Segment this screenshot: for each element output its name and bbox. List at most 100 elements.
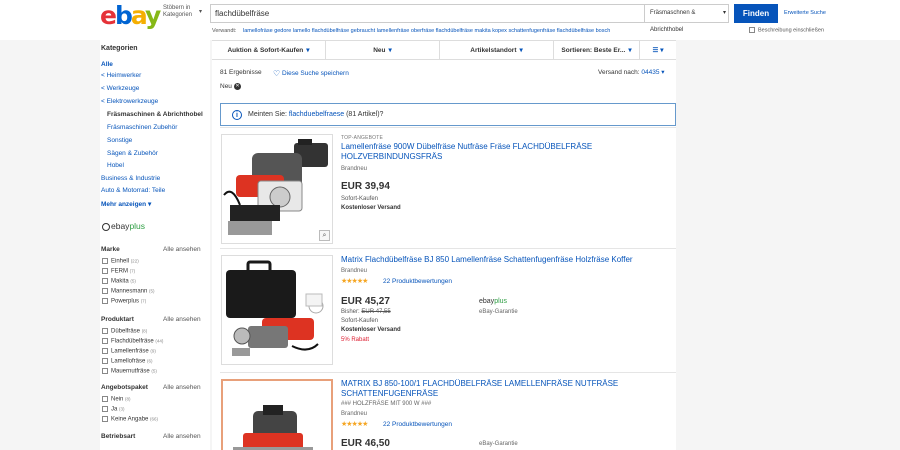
listing-title[interactable]: MATRIX BJ 850-100/1 FLACHDÜBELFRÄSE LAME… bbox=[341, 379, 671, 399]
facet-option[interactable]: Mannesmann (5) bbox=[102, 288, 155, 295]
browse-categories-button[interactable]: Stöbern in Kategorien ▾ bbox=[163, 5, 208, 19]
related-link[interactable]: oberfräse bbox=[411, 28, 434, 34]
chevron-left-icon: < bbox=[101, 85, 105, 92]
did-you-mean-text: Meinten Sie: flachduebelfraese (81 Artik… bbox=[248, 111, 384, 118]
show-more-link[interactable]: Mehr anzeigen ▾ bbox=[101, 200, 151, 208]
top-offer-badge: TOP-ANGEBOTE bbox=[341, 135, 384, 141]
sidebar: Kategorien Alle < Heimwerker < Werkzeuge… bbox=[100, 40, 210, 450]
product-image[interactable] bbox=[221, 379, 333, 450]
sort-button[interactable]: Sortieren: Beste Er... ▾ bbox=[554, 41, 640, 60]
listing-item: Matrix Flachdübelfräse BJ 850 Lamellenfr… bbox=[220, 248, 676, 372]
related-link[interactable]: flachdübelfräse gebraucht bbox=[312, 28, 375, 34]
ebay-guarantee: eBay-Garantie bbox=[479, 441, 518, 447]
facet-option[interactable]: Lamellofräse (6) bbox=[102, 358, 153, 365]
facet-option[interactable]: Powerplus (7) bbox=[102, 298, 146, 305]
facet-option[interactable]: Nein (8) bbox=[102, 396, 131, 403]
facet-brand-see-all[interactable]: Alle ansehen bbox=[163, 246, 201, 253]
filter-location-button[interactable]: Artikelstandort ▾ bbox=[440, 41, 554, 60]
ship-to[interactable]: Versand nach: 04435 ▾ bbox=[598, 68, 665, 76]
facet-option[interactable]: Einhell (22) bbox=[102, 258, 139, 265]
checkbox-icon bbox=[102, 396, 108, 402]
category-link[interactable]: Auto & Motorrad: Teile bbox=[101, 187, 165, 194]
reviews-link[interactable]: 22 Produktbewertungen bbox=[383, 278, 452, 285]
did-you-mean-box: i Meinten Sie: flachduebelfraese (81 Art… bbox=[220, 103, 676, 126]
chevron-left-icon: < bbox=[101, 72, 105, 79]
crumb-elektrowerkzeuge[interactable]: < Elektrowerkzeuge bbox=[101, 98, 158, 105]
related-link[interactable]: flachdübelfräse bosch bbox=[557, 28, 611, 34]
related-link[interactable]: kopex bbox=[492, 28, 507, 34]
listing-price: EUR 45,27 bbox=[341, 296, 390, 307]
include-description-checkbox[interactable]: Beschreibung einschließen bbox=[749, 27, 824, 33]
related-searches: Verwandt: lamellofräse gedore lamello fl… bbox=[212, 28, 692, 34]
ebay-plus-filter[interactable]: ebayplus bbox=[102, 221, 145, 231]
ebay-logo[interactable]: ebay bbox=[100, 3, 161, 28]
listing-title[interactable]: Matrix Flachdübelfräse BJ 850 Lamellenfr… bbox=[341, 255, 671, 265]
facet-power-see-all[interactable]: Alle ansehen bbox=[163, 433, 201, 440]
listing-condition: Brandneu bbox=[341, 166, 368, 172]
related-link[interactable]: lamellenfräse bbox=[377, 28, 410, 34]
listing-price: EUR 39,94 bbox=[341, 181, 390, 192]
subcategory-link[interactable]: Sonstige bbox=[107, 137, 132, 144]
dowel-jointer-image bbox=[223, 139, 328, 235]
results-count: 81 Ergebnisse bbox=[220, 69, 262, 76]
listing-previous-price: Bisher: EUR 47,55 bbox=[341, 309, 391, 315]
listing-item: ⌕ TOP-ANGEBOTE Lamellenfräse 900W Dübelf… bbox=[220, 127, 676, 248]
filter-format-button[interactable]: Auktion & Sofort-Kaufen ▾ bbox=[212, 41, 326, 60]
checkbox-icon bbox=[102, 416, 108, 422]
filter-bar: Auktion & Sofort-Kaufen ▾ Neu ▾ Artikelsta… bbox=[212, 40, 676, 60]
listing-condition: Brandneu bbox=[341, 268, 368, 274]
checkbox-icon bbox=[102, 338, 108, 344]
related-link[interactable]: lamello bbox=[293, 28, 310, 34]
facet-option[interactable]: Flachdübelfräse (44) bbox=[102, 338, 163, 345]
chevron-down-icon: ▾ bbox=[306, 47, 310, 54]
view-toggle[interactable]: ☰ ▾ bbox=[640, 41, 676, 60]
product-image[interactable]: ⌕ bbox=[221, 134, 333, 244]
category-select[interactable]: Fräsmaschnen & Abrichthobel ▾ bbox=[644, 5, 730, 33]
product-image[interactable] bbox=[221, 255, 333, 365]
related-link[interactable]: gedore bbox=[274, 28, 291, 34]
save-search-link[interactable]: ♡ Diese Suche speichern bbox=[273, 69, 349, 78]
listing-condition: Brandneu bbox=[341, 411, 368, 417]
crumb-werkzeuge[interactable]: < Werkzeuge bbox=[101, 85, 139, 92]
subcategory-link[interactable]: Fräsmaschinen Zubehör bbox=[107, 124, 177, 131]
zoom-icon[interactable]: ⌕ bbox=[319, 230, 330, 241]
listing-title[interactable]: Lamellenfräse 900W Dübelfräse Nutfräse F… bbox=[341, 142, 671, 162]
related-link[interactable]: lamellofräse bbox=[243, 28, 273, 34]
category-selected: Fräsmaschinen & Abrichthobel bbox=[107, 111, 203, 118]
subcategory-link[interactable]: Hobel bbox=[107, 162, 124, 169]
advanced-search-link[interactable]: Erweiterte Suche bbox=[784, 10, 826, 16]
checkbox-icon bbox=[102, 348, 108, 354]
search-input[interactable] bbox=[215, 5, 615, 22]
checkbox-icon bbox=[749, 27, 755, 33]
active-filter-chip[interactable]: Neu ✕ bbox=[220, 83, 241, 90]
suggestion-link[interactable]: flachduebelfraese bbox=[289, 111, 344, 118]
facet-type-see-all[interactable]: Alle ansehen bbox=[163, 316, 201, 323]
reviews-link[interactable]: 22 Produktbewertungen bbox=[383, 421, 452, 428]
rating-stars: ★★★★★ bbox=[341, 421, 368, 428]
listing-format: Sofort-Kaufen bbox=[341, 196, 379, 202]
facet-option[interactable]: FERM (7) bbox=[102, 268, 135, 275]
facet-type-heading: Produktart bbox=[101, 316, 134, 323]
rating-stars: ★★★★★ bbox=[341, 278, 368, 285]
facet-option[interactable]: Makita (5) bbox=[102, 278, 136, 285]
listing-discount: 5% Rabatt bbox=[341, 337, 370, 343]
filter-condition-button[interactable]: Neu ▾ bbox=[326, 41, 440, 60]
facet-option[interactable]: Keine Angabe (66) bbox=[102, 416, 158, 423]
related-link[interactable]: schattenfugenfräse bbox=[508, 28, 555, 34]
find-button[interactable]: Finden bbox=[734, 4, 778, 23]
ebay-guarantee: eBay-Garantie bbox=[479, 309, 518, 315]
subcategory-link[interactable]: Sägen & Zubehör bbox=[107, 150, 158, 157]
checkbox-icon bbox=[102, 278, 108, 284]
chevron-down-icon: ▾ bbox=[660, 47, 664, 54]
facet-option[interactable]: Ja (3) bbox=[102, 406, 125, 413]
facet-bundle-see-all[interactable]: Alle ansehen bbox=[163, 384, 201, 391]
category-link[interactable]: Business & Industrie bbox=[101, 175, 160, 182]
facet-option[interactable]: Mauernutfräse (5) bbox=[102, 368, 157, 375]
category-all[interactable]: Alle bbox=[101, 61, 113, 68]
ebay-plus-badge: ebayplus bbox=[479, 298, 508, 305]
related-link[interactable]: flachdübelfräse makita bbox=[436, 28, 491, 34]
crumb-heimwerker[interactable]: < Heimwerker bbox=[101, 72, 141, 79]
heart-icon: ♡ bbox=[273, 69, 281, 78]
facet-option[interactable]: Dübelfräse (8) bbox=[102, 328, 147, 335]
facet-option[interactable]: Lamellenfräse (9) bbox=[102, 348, 156, 355]
